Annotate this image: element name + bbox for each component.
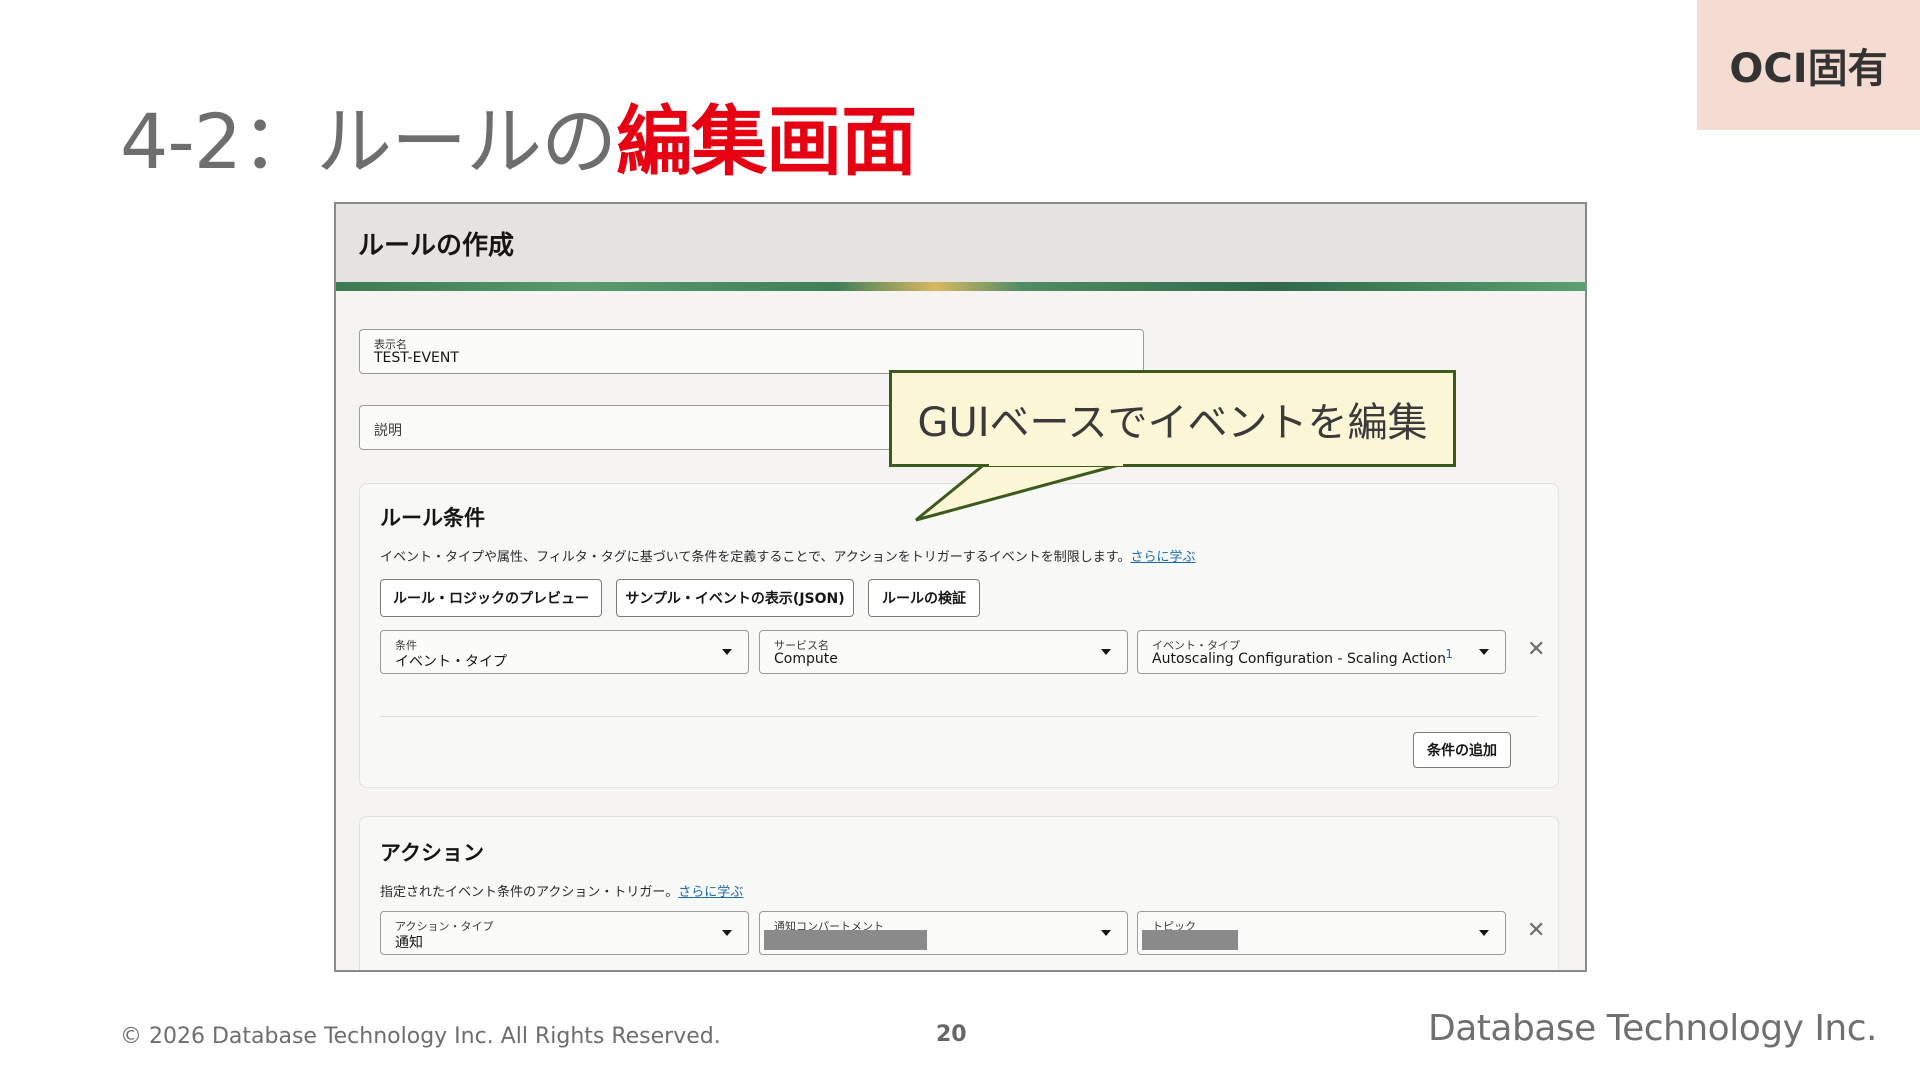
redacted-topic-value [1142,930,1238,950]
validate-rule-button[interactable]: ルールの検証 [868,579,980,617]
service-name-value: Compute [774,651,838,667]
rule-conditions-learn-more-link[interactable]: さらに学ぶ [1131,550,1196,565]
condition-divider [380,716,1538,717]
rule-conditions-description: イベント・タイプや属性、フィルタ・タグに基づいて条件を定義することで、アクション… [380,546,1196,565]
actions-panel: アクション 指定されたイベント条件のアクション・トリガー。さらに学ぶ アクション… [359,816,1559,970]
rule-editor-screenshot: ルールの作成 表示名 TEST-EVENT 説明 ルール条件 イベント・タイプや… [334,202,1587,972]
slide-title-highlight: 編集画面 [616,97,917,186]
chevron-down-icon [1101,930,1111,936]
actions-description-text: 指定されたイベント条件のアクション・トリガー。 [380,885,679,900]
slide-title: 4-2：ルールの編集画面 [120,92,917,192]
display-name-field[interactable]: 表示名 TEST-EVENT [359,329,1144,374]
display-name-value: TEST-EVENT [374,350,459,366]
redacted-compartment-value [764,930,927,950]
copyright-text: © 2026 Database Technology Inc. All Righ… [120,1024,721,1049]
chevron-down-icon [722,930,732,936]
event-type-count-badge: 1 [1445,647,1453,661]
rule-conditions-heading: ルール条件 [380,506,485,530]
remove-condition-close-icon[interactable]: ✕ [1527,637,1545,662]
page-number: 20 [936,1022,967,1047]
dialog-header: ルールの作成 [336,204,1585,282]
event-type-value: Autoscaling Configuration - Scaling Acti… [1152,651,1446,667]
action-type-select[interactable]: アクション・タイプ 通知 [380,911,749,955]
condition-value: イベント・タイプ [395,654,507,670]
chevron-down-icon [1479,649,1489,655]
slide-title-plain: 4-2：ルールの [120,97,617,186]
condition-select[interactable]: 条件 イベント・タイプ [380,630,749,674]
notification-compartment-select[interactable]: 通知コンパートメント [759,911,1128,955]
description-label: 説明 [374,423,402,439]
decorative-banner [336,282,1585,291]
actions-description: 指定されたイベント条件のアクション・トリガー。さらに学ぶ [380,881,743,900]
action-type-value: 通知 [395,935,423,951]
chevron-down-icon [722,649,732,655]
actions-heading: アクション [380,841,484,865]
company-logo: Database Technology Inc. [1428,1008,1878,1049]
callout-box: GUIベースでイベントを編集 [889,370,1456,467]
topic-select[interactable]: トピック [1137,911,1506,955]
event-type-select[interactable]: イベント・タイプ Autoscaling Configuration - Sca… [1137,630,1506,674]
dialog-title: ルールの作成 [358,230,515,261]
rule-conditions-panel: ルール条件 イベント・タイプや属性、フィルタ・タグに基づいて条件を定義することで… [359,483,1559,788]
chevron-down-icon [1101,649,1111,655]
rule-conditions-description-text: イベント・タイプや属性、フィルタ・タグに基づいて条件を定義することで、アクション… [380,550,1131,565]
chevron-down-icon [1479,930,1489,936]
add-condition-button[interactable]: 条件の追加 [1413,732,1511,768]
actions-learn-more-link[interactable]: さらに学ぶ [678,885,743,900]
remove-action-close-icon[interactable]: ✕ [1527,918,1545,943]
oci-specific-badge: OCI固有 [1697,0,1920,130]
preview-rule-logic-button[interactable]: ルール・ロジックのプレビュー [380,579,602,617]
service-name-select[interactable]: サービス名 Compute [759,630,1128,674]
show-sample-event-button[interactable]: サンプル・イベントの表示(JSON) [616,579,854,617]
